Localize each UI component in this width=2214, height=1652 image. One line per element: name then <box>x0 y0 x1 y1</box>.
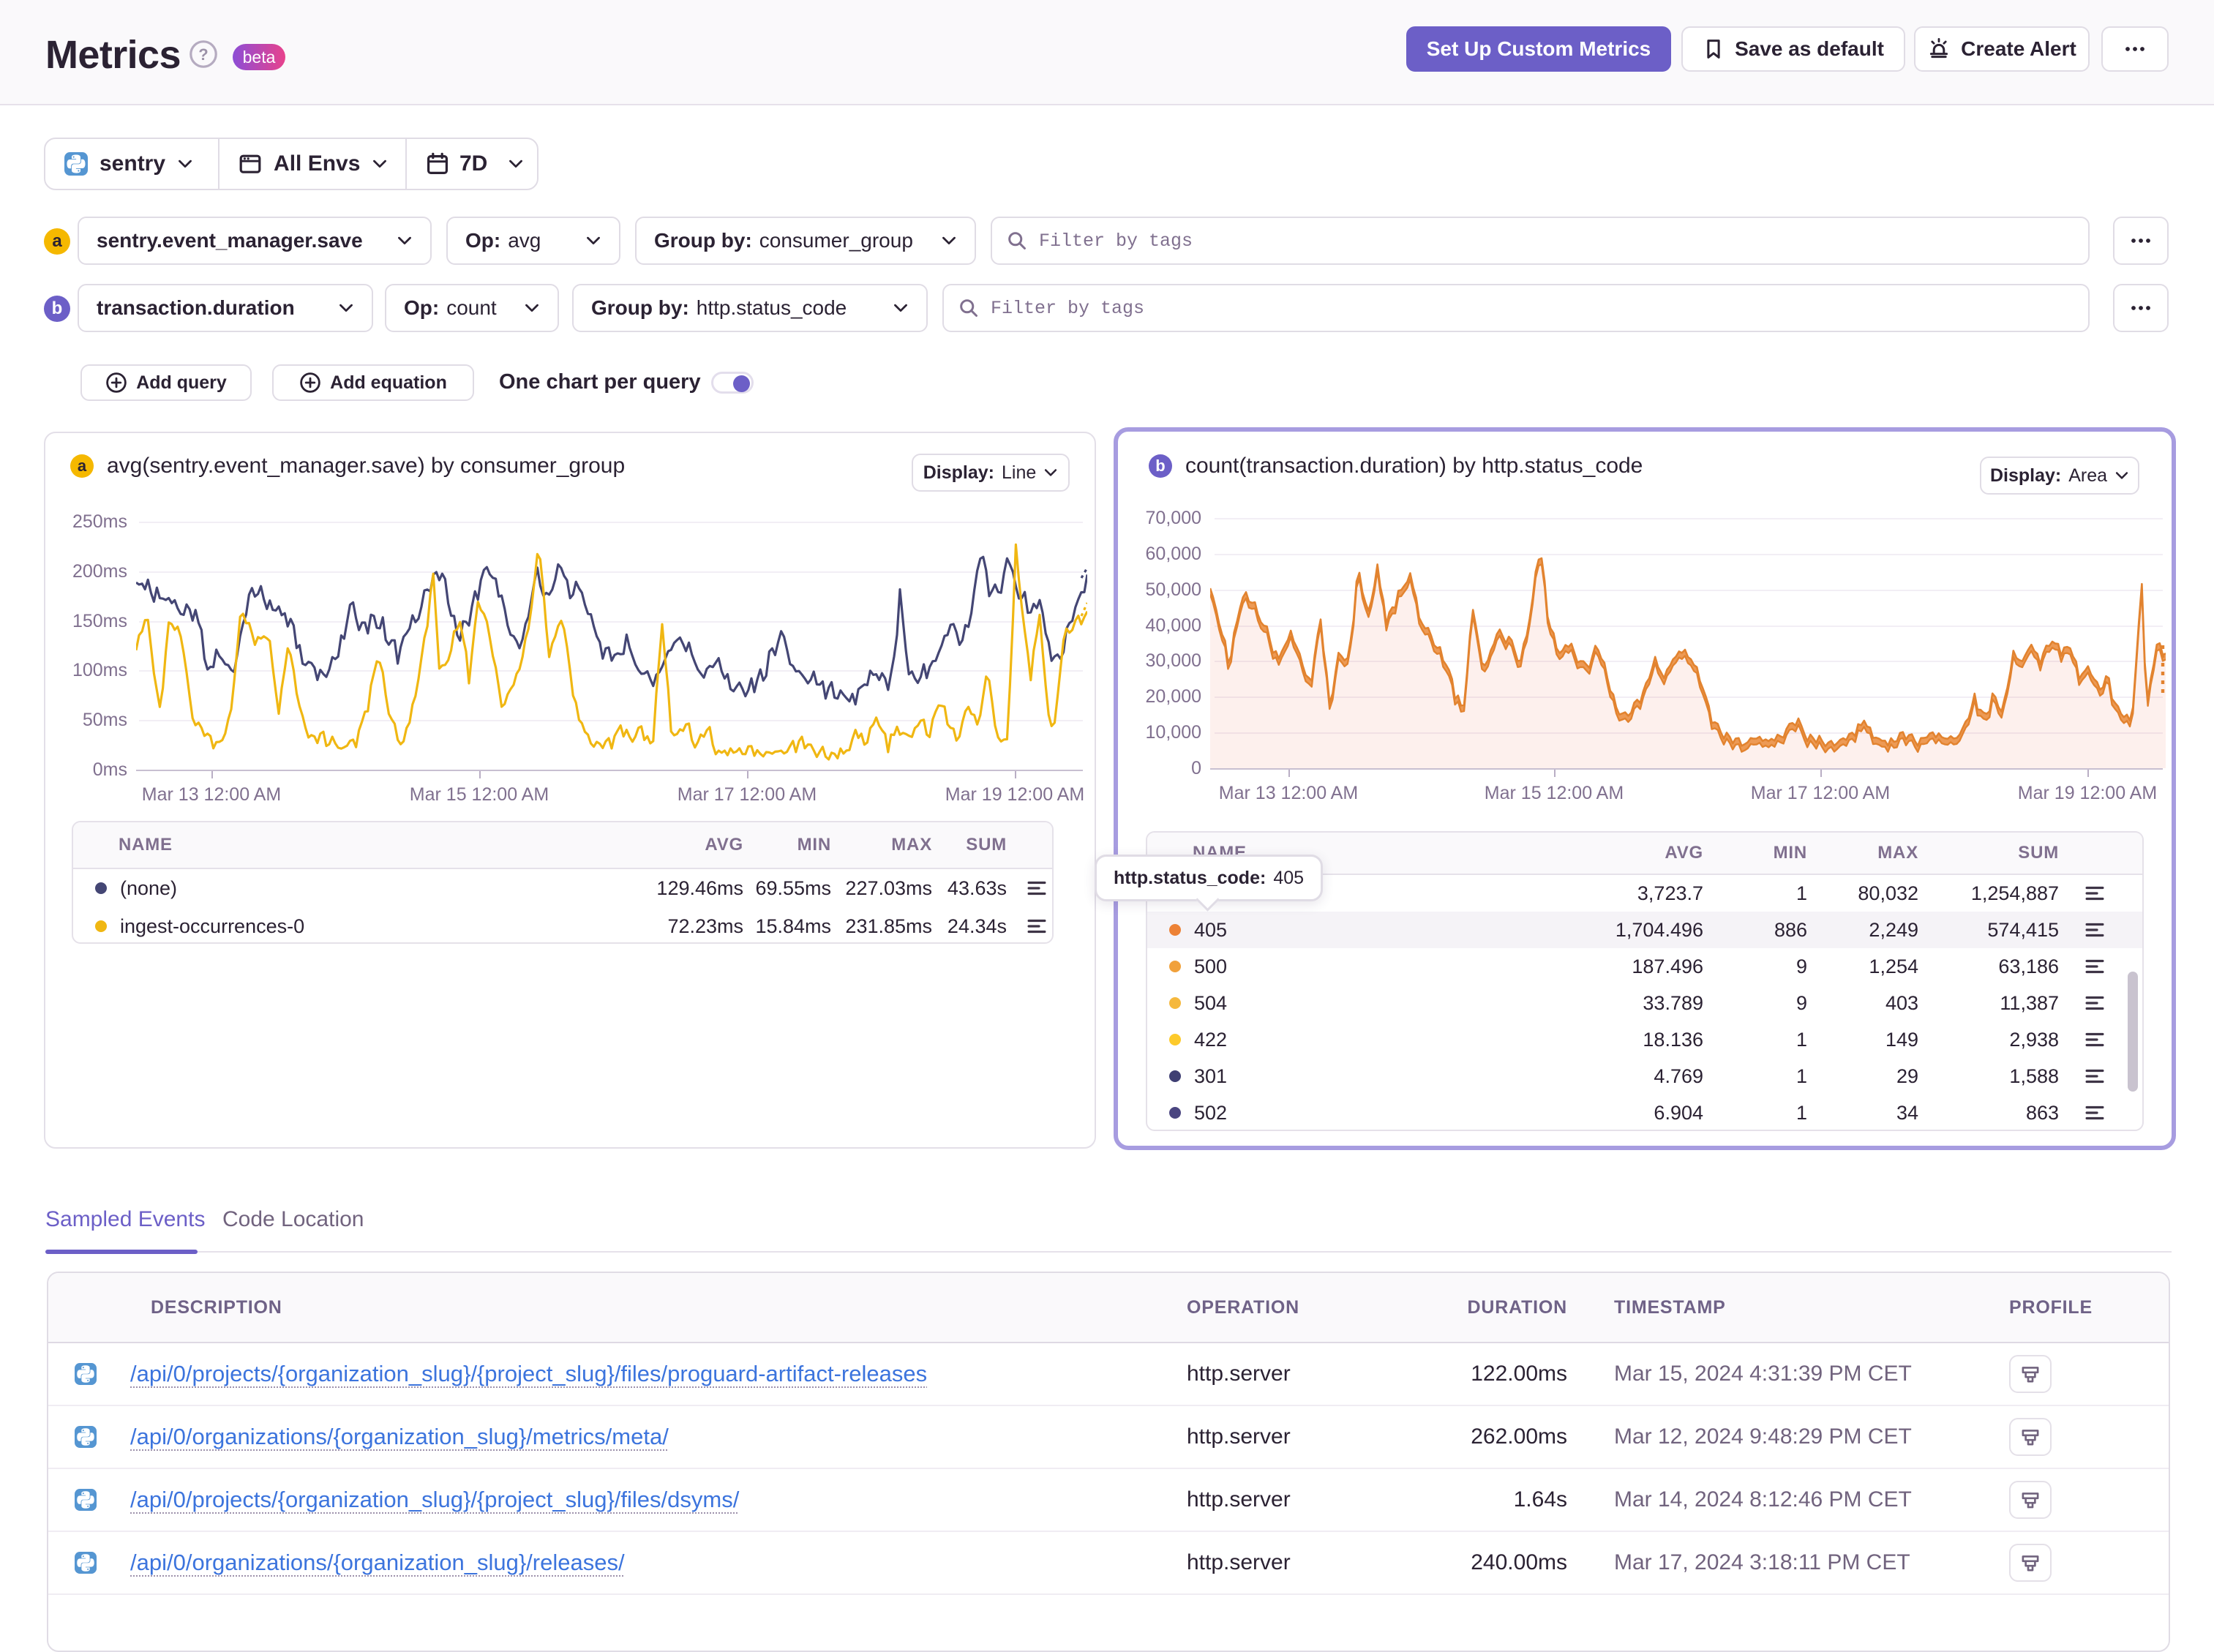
svg-text:?: ? <box>198 45 208 64</box>
